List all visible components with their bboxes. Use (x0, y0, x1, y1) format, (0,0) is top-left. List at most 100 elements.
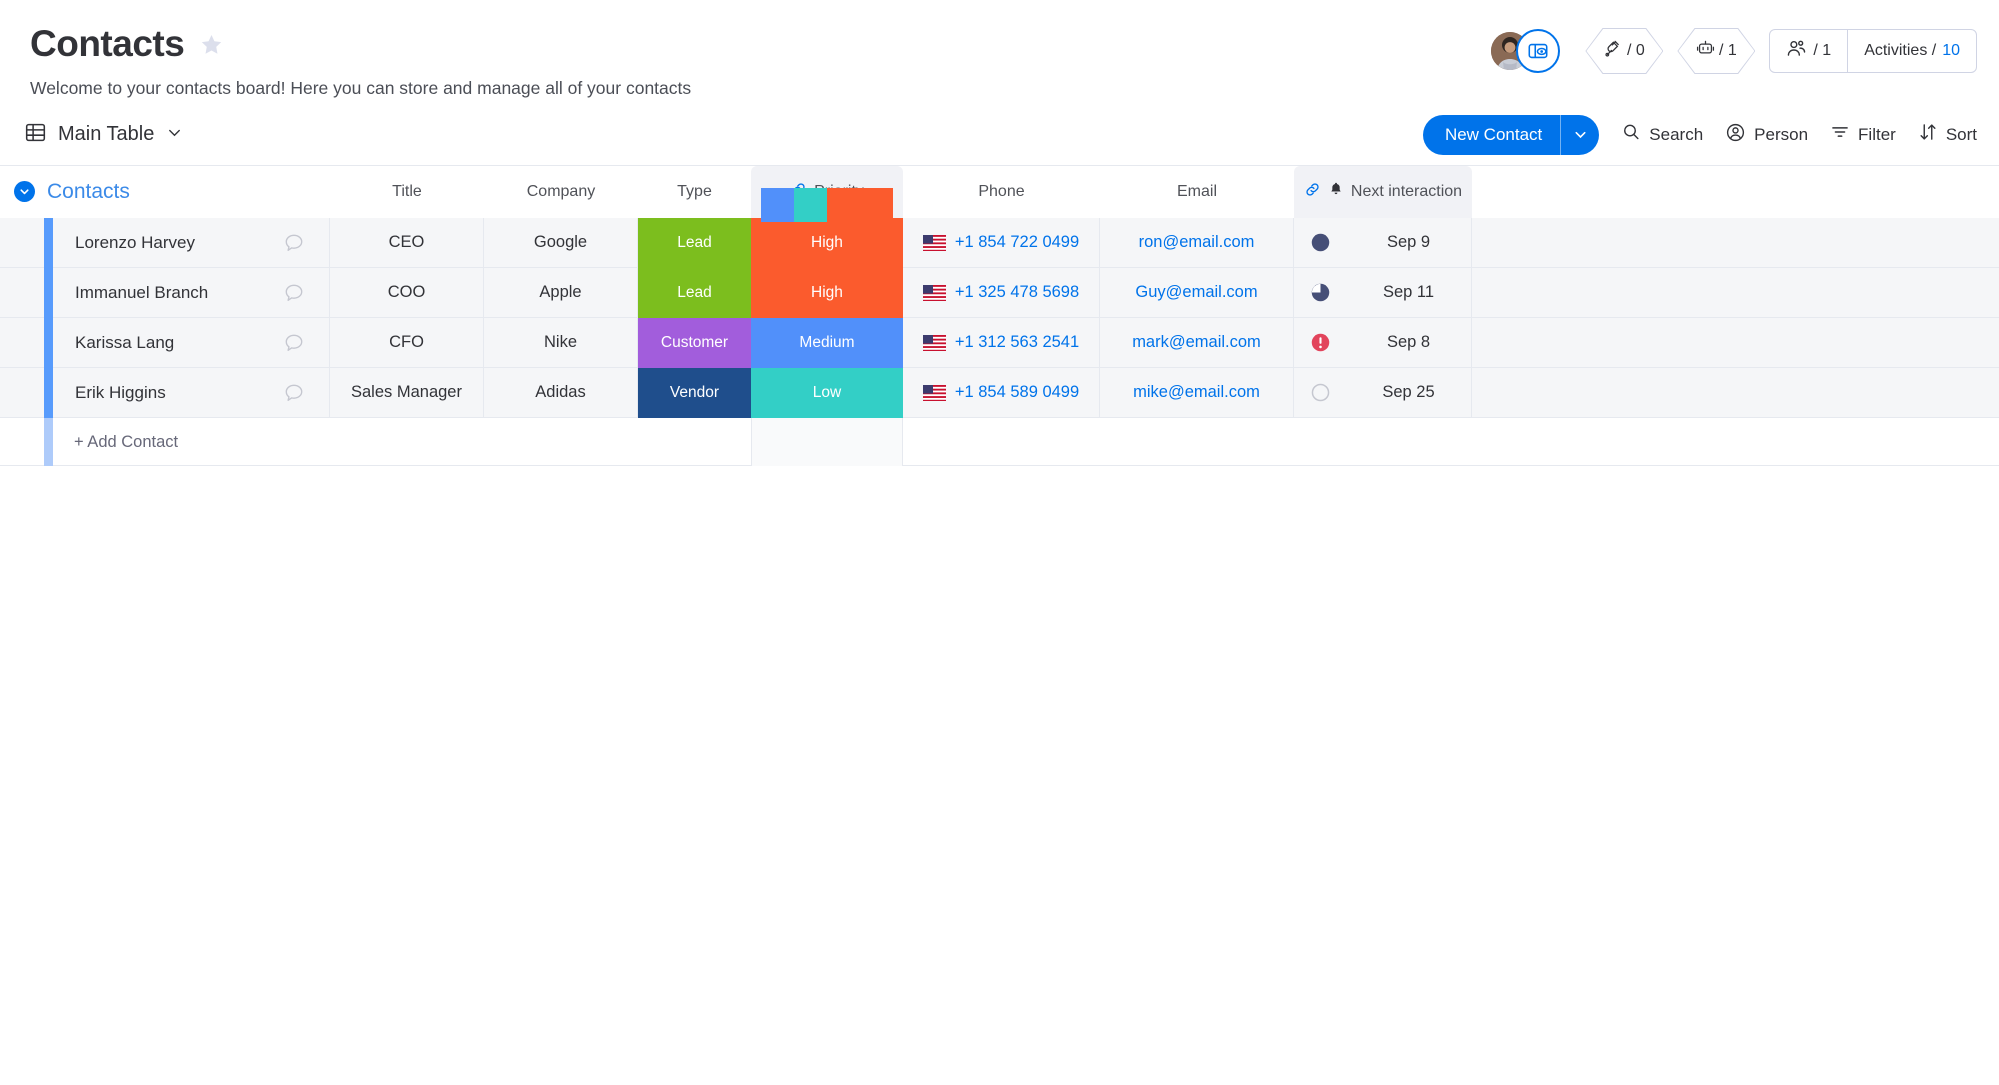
cell-next-interaction[interactable]: Sep 8 (1294, 317, 1472, 368)
column-header-label: Next interaction (1350, 182, 1463, 200)
us-flag-icon (922, 384, 946, 401)
board-view-icon[interactable] (1516, 28, 1561, 73)
integration-icon (1604, 39, 1623, 63)
star-icon[interactable] (198, 31, 225, 58)
table-row[interactable]: Karissa Lang CFO Nike Customer Medium +1 312 … (0, 317, 1999, 368)
row-color-indicator (44, 267, 53, 318)
cell-title[interactable]: CEO (330, 217, 484, 268)
column-header-label: Phone (978, 182, 1025, 200)
automations-badge[interactable]: / 1 (1677, 28, 1756, 74)
priority-summary-bar[interactable] (761, 187, 893, 222)
activities-label: Activities / (1864, 42, 1937, 59)
cell-spacer[interactable] (1472, 268, 1568, 318)
cell-spacer[interactable] (1472, 318, 1568, 368)
summary-segment-medium[interactable] (761, 187, 794, 222)
sort-button[interactable]: Sort (1918, 122, 1977, 147)
chat-icon[interactable] (283, 382, 305, 409)
cell-title[interactable]: CFO (330, 317, 484, 368)
person-filter-button[interactable]: Person (1725, 122, 1808, 148)
cell-company[interactable]: Adidas (484, 367, 638, 418)
board-table: Contacts TitleCompanyTypePriorityPhoneEm… (0, 165, 1999, 466)
cell-title[interactable]: COO (330, 267, 484, 318)
cell-phone[interactable]: +1 854 589 0499 (903, 367, 1100, 418)
cell-type[interactable]: Lead (638, 267, 751, 318)
column-header-email[interactable]: Email (1100, 166, 1294, 218)
cell-email[interactable]: mike@email.com (1100, 367, 1294, 418)
cell-priority[interactable]: High (751, 217, 903, 268)
column-header-type[interactable]: Type (638, 166, 751, 218)
cell-priority[interactable]: High (751, 267, 903, 318)
filter-button[interactable]: Filter (1830, 122, 1896, 147)
cell-email[interactable]: mark@email.com (1100, 317, 1294, 368)
cell-next-interaction[interactable]: Sep 11 (1294, 267, 1472, 318)
avatar-group[interactable] (1491, 28, 1571, 74)
board-subtitle: Welcome to your contacts board! Here you… (30, 77, 692, 98)
summary-segment-high[interactable] (827, 187, 893, 222)
add-contact-row[interactable]: + Add Contact (0, 417, 1999, 466)
cell-type[interactable]: Vendor (638, 367, 751, 418)
row-color-indicator (44, 367, 53, 418)
activities-button[interactable]: Activities / 10 (1847, 30, 1976, 72)
cell-spacer[interactable] (1472, 218, 1568, 268)
cell-next-interaction[interactable]: Sep 9 (1294, 217, 1472, 268)
cell-next-interaction[interactable]: Sep 25 (1294, 367, 1472, 418)
phone-number[interactable]: +1 854 589 0499 (955, 383, 1079, 402)
toolbar-actions: New Contact Search Person Filter Sort (1422, 114, 1977, 155)
tab-main-table[interactable]: Main Table (24, 121, 184, 149)
filter-label: Filter (1858, 124, 1896, 144)
members-button[interactable]: / 1 (1770, 30, 1847, 72)
status-dot-partial[interactable] (1310, 282, 1331, 303)
us-flag-icon (922, 334, 946, 351)
cell-type[interactable]: Lead (638, 217, 751, 268)
cell-priority[interactable]: Low (751, 367, 903, 418)
cell-company[interactable]: Apple (484, 267, 638, 318)
chat-icon[interactable] (283, 332, 305, 359)
phone-number[interactable]: +1 325 478 5698 (955, 283, 1079, 302)
cell-name[interactable]: Lorenzo Harvey (53, 217, 330, 268)
new-contact-dropdown-icon[interactable] (1561, 115, 1599, 155)
cell-name[interactable]: Karissa Lang (53, 317, 330, 368)
integrations-badge[interactable]: / 0 (1585, 28, 1664, 74)
column-header-phone[interactable]: Phone (903, 166, 1100, 218)
table-row[interactable]: Immanuel Branch COO Apple Lead High +1 325 47… (0, 267, 1999, 318)
collapse-group-icon[interactable] (14, 181, 35, 203)
column-header-title[interactable]: Title (330, 166, 484, 218)
contact-name: Karissa Lang (75, 332, 175, 352)
cell-phone[interactable]: +1 312 563 2541 (903, 317, 1100, 368)
column-header-next[interactable]: Next interaction (1294, 165, 1472, 218)
phone-number[interactable]: +1 312 563 2541 (955, 333, 1079, 352)
cell-type[interactable]: Customer (638, 317, 751, 368)
cell-title[interactable]: Sales Manager (330, 367, 484, 418)
cell-phone[interactable]: +1 325 478 5698 (903, 267, 1100, 318)
members-count: / 1 (1813, 42, 1832, 59)
table-row[interactable]: Erik Higgins Sales Manager Adidas Vendor Low… (0, 367, 1999, 418)
status-dot-alert[interactable] (1310, 332, 1331, 353)
cell-name[interactable]: Erik Higgins (53, 367, 330, 418)
column-header-label: Email (1176, 182, 1217, 200)
chat-icon[interactable] (283, 282, 305, 309)
summary-segment-low[interactable] (794, 187, 827, 222)
cell-spacer[interactable] (1472, 368, 1568, 418)
cell-company[interactable]: Google (484, 217, 638, 268)
page-title: Contacts (30, 23, 185, 64)
activities-count: 10 (1942, 42, 1960, 59)
status-dot-full[interactable] (1310, 232, 1331, 253)
search-button[interactable]: Search (1621, 122, 1703, 147)
cell-email[interactable]: Guy@email.com (1100, 267, 1294, 318)
phone-number[interactable]: +1 854 722 0499 (955, 233, 1079, 252)
chat-icon[interactable] (283, 232, 305, 259)
group-header: Contacts TitleCompanyTypePriorityPhoneEm… (0, 165, 1999, 218)
new-contact-button[interactable]: New Contact (1422, 114, 1600, 155)
group-title[interactable]: Contacts (47, 180, 130, 204)
cell-priority[interactable]: Medium (751, 317, 903, 368)
column-header-company[interactable]: Company (484, 166, 638, 218)
cell-email[interactable]: ron@email.com (1100, 217, 1294, 268)
table-row[interactable]: Lorenzo Harvey CEO Google Lead High +1 854 72… (0, 217, 1999, 268)
cell-company[interactable]: Nike (484, 317, 638, 368)
cell-name[interactable]: Immanuel Branch (53, 267, 330, 318)
contact-name: Lorenzo Harvey (75, 232, 196, 252)
chevron-down-icon[interactable] (165, 123, 184, 147)
cell-phone[interactable]: +1 854 722 0499 (903, 217, 1100, 268)
status-dot-empty[interactable] (1310, 382, 1331, 403)
table-icon (24, 121, 47, 149)
